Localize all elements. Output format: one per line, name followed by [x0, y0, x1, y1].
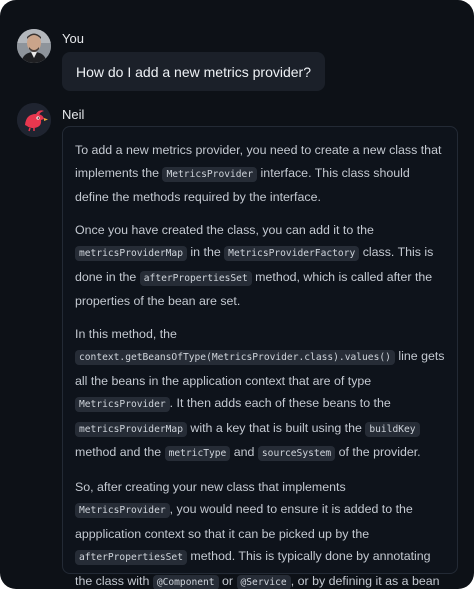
text-segment: Once you have created the class, you can…	[75, 222, 374, 237]
assistant-paragraph: Once you have created the class, you can…	[75, 219, 445, 313]
inline-code: metricType	[164, 446, 231, 461]
inline-code: buildKey	[365, 421, 420, 437]
text-segment: So, after creating your new class that i…	[75, 479, 346, 494]
inline-code: metricsProviderMap	[75, 246, 187, 261]
inline-code: @Service	[236, 574, 291, 589]
assistant-paragraph: So, after creating your new class that i…	[75, 476, 445, 589]
text-segment: of the provider.	[335, 445, 421, 459]
user-avatar	[17, 29, 51, 63]
chat-window: You How do I add a new metrics provider?…	[0, 0, 474, 589]
inline-code: context.getBeansOfType(MetricsProvider.c…	[75, 350, 395, 365]
text-segment: and	[230, 445, 258, 459]
inline-code: @Component	[152, 574, 219, 589]
inline-code: afterPropertiesSet	[139, 270, 252, 286]
inline-code: MetricsProviderFactory	[224, 246, 360, 261]
inline-code: afterPropertiesSet	[75, 550, 187, 565]
inline-code: MetricsProvider	[75, 503, 170, 518]
assistant-name: Neil	[62, 107, 85, 122]
inline-code: sourceSystem	[257, 446, 336, 461]
text-segment: In this method, the	[75, 326, 177, 341]
user-photo-avatar-icon	[17, 29, 51, 63]
text-segment: . It then adds each of these beans to th…	[169, 396, 391, 410]
assistant-message: To add a new metrics provider, you need …	[62, 126, 458, 589]
text-segment: in the	[186, 245, 225, 259]
user-message: How do I add a new metrics provider?	[62, 52, 325, 91]
assistant-paragraph: In this method, the context.getBeansOfTy…	[75, 323, 445, 466]
text-segment: or	[218, 573, 237, 588]
inline-code: metricsProviderMap	[75, 421, 187, 437]
inline-code: MetricsProvider	[75, 397, 170, 412]
assistant-paragraph: To add a new metrics provider, you need …	[75, 139, 445, 209]
red-bird-avatar-icon	[17, 103, 51, 137]
text-segment: method and the	[75, 445, 165, 459]
text-segment: with a key that is built using the	[186, 420, 366, 435]
assistant-avatar	[17, 103, 51, 137]
user-name: You	[62, 31, 84, 46]
inline-code: MetricsProvider	[162, 166, 258, 182]
